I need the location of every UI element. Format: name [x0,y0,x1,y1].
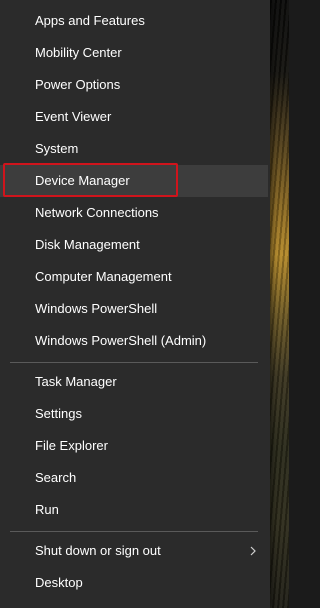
menu-item-search[interactable]: Search [0,462,268,494]
menu-item-computer-management[interactable]: Computer Management [0,261,268,293]
menu-item-label: Shut down or sign out [35,543,161,558]
menu-separator [10,531,258,532]
menu-item-mobility-center[interactable]: Mobility Center [0,37,268,69]
menu-item-desktop[interactable]: Desktop [0,567,268,599]
menu-item-windows-powershell-admin[interactable]: Windows PowerShell (Admin) [0,325,268,357]
chevron-right-icon [248,546,258,556]
winx-power-user-menu: Apps and Features Mobility Center Power … [0,0,270,608]
menu-item-disk-management[interactable]: Disk Management [0,229,268,261]
menu-item-event-viewer[interactable]: Event Viewer [0,101,268,133]
menu-item-shut-down-or-sign-out[interactable]: Shut down or sign out [0,535,268,567]
menu-item-network-connections[interactable]: Network Connections [0,197,268,229]
menu-separator [10,362,258,363]
menu-item-file-explorer[interactable]: File Explorer [0,430,268,462]
annotation-highlight-box [3,163,178,197]
menu-item-system[interactable]: System [0,133,268,165]
menu-item-settings[interactable]: Settings [0,398,268,430]
menu-item-run[interactable]: Run [0,494,268,526]
menu-item-task-manager[interactable]: Task Manager [0,366,268,398]
menu-item-apps-and-features[interactable]: Apps and Features [0,5,268,37]
desktop-wallpaper [270,0,289,608]
menu-item-power-options[interactable]: Power Options [0,69,268,101]
menu-item-windows-powershell[interactable]: Windows PowerShell [0,293,268,325]
